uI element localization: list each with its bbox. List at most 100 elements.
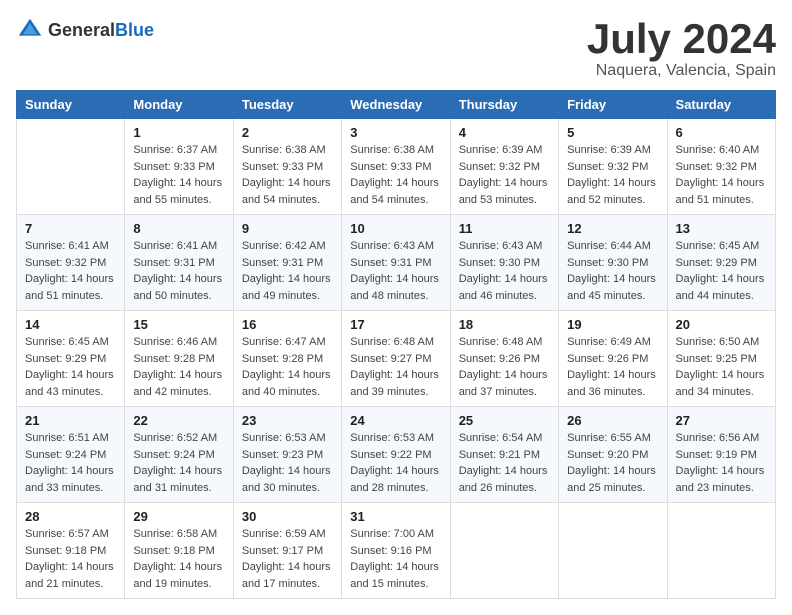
day-cell: 28Sunrise: 6:57 AM Sunset: 9:18 PM Dayli… [17,503,125,599]
day-info: Sunrise: 6:55 AM Sunset: 9:20 PM Dayligh… [567,430,658,496]
header-thursday: Thursday [450,91,558,119]
day-cell: 9 Sunrise: 6:42 AM Sunset: 9:31 PM Daylig… [233,215,341,311]
day-cell: 24 Sunrise: 6:53 AM Sunset: 9:22 PM Dayli… [342,407,450,503]
week-row-4: 28Sunrise: 6:57 AM Sunset: 9:18 PM Dayli… [17,503,776,599]
day-number: 5 [567,125,658,140]
day-cell: 5 Sunrise: 6:39 AM Sunset: 9:32 PM Daylig… [559,119,667,215]
day-cell [559,503,667,599]
day-number: 25 [459,413,550,428]
day-number: 12 [567,221,658,236]
day-number: 24 [350,413,441,428]
day-info: Sunrise: 6:54 AM Sunset: 9:21 PM Dayligh… [459,430,550,496]
day-cell: 12 Sunrise: 6:44 AM Sunset: 9:30 PM Dayli… [559,215,667,311]
week-row-0: 1Sunrise: 6:37 AM Sunset: 9:33 PM Daylig… [17,119,776,215]
day-info: Sunrise: 6:48 AM Sunset: 9:26 PM Dayligh… [459,334,550,400]
day-cell: 25 Sunrise: 6:54 AM Sunset: 9:21 PM Dayli… [450,407,558,503]
day-cell: 3 Sunrise: 6:38 AM Sunset: 9:33 PM Daylig… [342,119,450,215]
day-info: Sunrise: 6:58 AM Sunset: 9:18 PM Dayligh… [133,526,224,592]
day-cell: 15 Sunrise: 6:46 AM Sunset: 9:28 PM Dayli… [125,311,233,407]
day-info: Sunrise: 6:40 AM Sunset: 9:32 PM Dayligh… [676,142,767,208]
day-cell: 20Sunrise: 6:50 AM Sunset: 9:25 PM Dayli… [667,311,775,407]
day-number: 23 [242,413,333,428]
day-number: 4 [459,125,550,140]
day-info: Sunrise: 6:53 AM Sunset: 9:22 PM Dayligh… [350,430,441,496]
day-info: Sunrise: 6:45 AM Sunset: 9:29 PM Dayligh… [676,238,767,304]
day-info: Sunrise: 6:39 AM Sunset: 9:32 PM Dayligh… [567,142,658,208]
day-number: 14 [25,317,116,332]
day-number: 20 [676,317,767,332]
day-cell: 4 Sunrise: 6:39 AM Sunset: 9:32 PM Daylig… [450,119,558,215]
day-cell: 17 Sunrise: 6:48 AM Sunset: 9:27 PM Dayli… [342,311,450,407]
day-cell: 2 Sunrise: 6:38 AM Sunset: 9:33 PM Daylig… [233,119,341,215]
day-number: 1 [133,125,224,140]
day-number: 9 [242,221,333,236]
week-row-1: 7Sunrise: 6:41 AM Sunset: 9:32 PM Daylig… [17,215,776,311]
day-cell: 10Sunrise: 6:43 AM Sunset: 9:31 PM Dayli… [342,215,450,311]
logo-icon [16,16,44,44]
title-area: July 2024 Naquera, Valencia, Spain [587,16,776,80]
day-number: 7 [25,221,116,236]
day-number: 31 [350,509,441,524]
day-cell: 26Sunrise: 6:55 AM Sunset: 9:20 PM Dayli… [559,407,667,503]
day-info: Sunrise: 6:56 AM Sunset: 9:19 PM Dayligh… [676,430,767,496]
day-info: Sunrise: 6:52 AM Sunset: 9:24 PM Dayligh… [133,430,224,496]
day-info: Sunrise: 6:53 AM Sunset: 9:23 PM Dayligh… [242,430,333,496]
day-cell: 16 Sunrise: 6:47 AM Sunset: 9:28 PM Dayli… [233,311,341,407]
header-monday: Monday [125,91,233,119]
day-number: 8 [133,221,224,236]
day-number: 17 [350,317,441,332]
day-cell [450,503,558,599]
logo-text-blue: Blue [115,20,154,40]
day-info: Sunrise: 6:39 AM Sunset: 9:32 PM Dayligh… [459,142,550,208]
day-number: 11 [459,221,550,236]
day-info: Sunrise: 6:48 AM Sunset: 9:27 PM Dayligh… [350,334,441,400]
day-number: 30 [242,509,333,524]
day-cell: 18 Sunrise: 6:48 AM Sunset: 9:26 PM Dayli… [450,311,558,407]
day-cell: 1Sunrise: 6:37 AM Sunset: 9:33 PM Daylig… [125,119,233,215]
day-cell: 19Sunrise: 6:49 AM Sunset: 9:26 PM Dayli… [559,311,667,407]
day-cell: 27 Sunrise: 6:56 AM Sunset: 9:19 PM Dayli… [667,407,775,503]
location-title: Naquera, Valencia, Spain [587,62,776,80]
day-info: Sunrise: 6:59 AM Sunset: 9:17 PM Dayligh… [242,526,333,592]
day-number: 21 [25,413,116,428]
header-friday: Friday [559,91,667,119]
day-info: Sunrise: 6:47 AM Sunset: 9:28 PM Dayligh… [242,334,333,400]
day-number: 16 [242,317,333,332]
day-info: Sunrise: 6:45 AM Sunset: 9:29 PM Dayligh… [25,334,116,400]
month-title: July 2024 [587,16,776,62]
page-header: GeneralBlue July 2024 Naquera, Valencia,… [16,16,776,80]
day-info: Sunrise: 6:43 AM Sunset: 9:30 PM Dayligh… [459,238,550,304]
day-cell: 6 Sunrise: 6:40 AM Sunset: 9:32 PM Daylig… [667,119,775,215]
header-row: SundayMondayTuesdayWednesdayThursdayFrid… [17,91,776,119]
header-saturday: Saturday [667,91,775,119]
week-row-2: 14 Sunrise: 6:45 AM Sunset: 9:29 PM Dayli… [17,311,776,407]
day-info: Sunrise: 6:38 AM Sunset: 9:33 PM Dayligh… [350,142,441,208]
day-info: Sunrise: 6:38 AM Sunset: 9:33 PM Dayligh… [242,142,333,208]
day-number: 2 [242,125,333,140]
day-info: Sunrise: 6:44 AM Sunset: 9:30 PM Dayligh… [567,238,658,304]
day-cell: 21 Sunrise: 6:51 AM Sunset: 9:24 PM Dayli… [17,407,125,503]
logo-text-general: General [48,20,115,40]
day-info: Sunrise: 6:51 AM Sunset: 9:24 PM Dayligh… [25,430,116,496]
day-info: Sunrise: 7:00 AM Sunset: 9:16 PM Dayligh… [350,526,441,592]
day-cell: 23 Sunrise: 6:53 AM Sunset: 9:23 PM Dayli… [233,407,341,503]
day-number: 3 [350,125,441,140]
day-cell: 13 Sunrise: 6:45 AM Sunset: 9:29 PM Dayli… [667,215,775,311]
header-sunday: Sunday [17,91,125,119]
day-cell: 14 Sunrise: 6:45 AM Sunset: 9:29 PM Dayli… [17,311,125,407]
day-number: 18 [459,317,550,332]
day-cell: 31 Sunrise: 7:00 AM Sunset: 9:16 PM Dayli… [342,503,450,599]
calendar-table: SundayMondayTuesdayWednesdayThursdayFrid… [16,90,776,599]
day-number: 19 [567,317,658,332]
day-number: 6 [676,125,767,140]
day-info: Sunrise: 6:41 AM Sunset: 9:31 PM Dayligh… [133,238,224,304]
day-cell [17,119,125,215]
day-number: 27 [676,413,767,428]
day-number: 13 [676,221,767,236]
day-cell: 11 Sunrise: 6:43 AM Sunset: 9:30 PM Dayli… [450,215,558,311]
week-row-3: 21 Sunrise: 6:51 AM Sunset: 9:24 PM Dayli… [17,407,776,503]
header-wednesday: Wednesday [342,91,450,119]
day-info: Sunrise: 6:46 AM Sunset: 9:28 PM Dayligh… [133,334,224,400]
day-number: 15 [133,317,224,332]
day-info: Sunrise: 6:42 AM Sunset: 9:31 PM Dayligh… [242,238,333,304]
